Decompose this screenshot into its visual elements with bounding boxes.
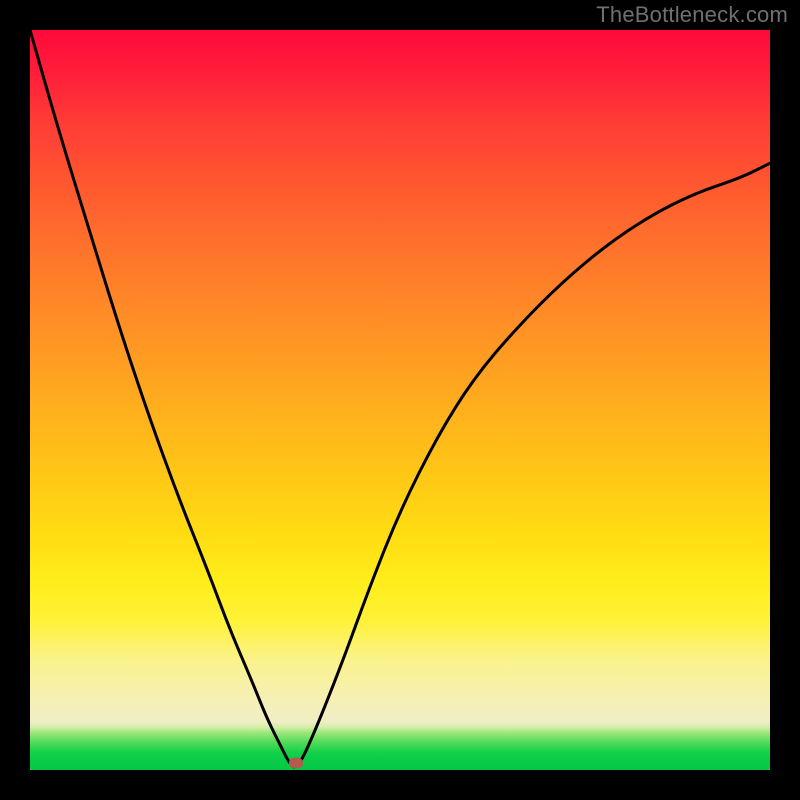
curve-svg (30, 30, 770, 770)
bottleneck-curve (30, 30, 770, 767)
watermark-text: TheBottleneck.com (596, 2, 788, 28)
plot-area (30, 30, 770, 770)
optimum-marker (289, 757, 303, 768)
chart-frame: TheBottleneck.com (0, 0, 800, 800)
